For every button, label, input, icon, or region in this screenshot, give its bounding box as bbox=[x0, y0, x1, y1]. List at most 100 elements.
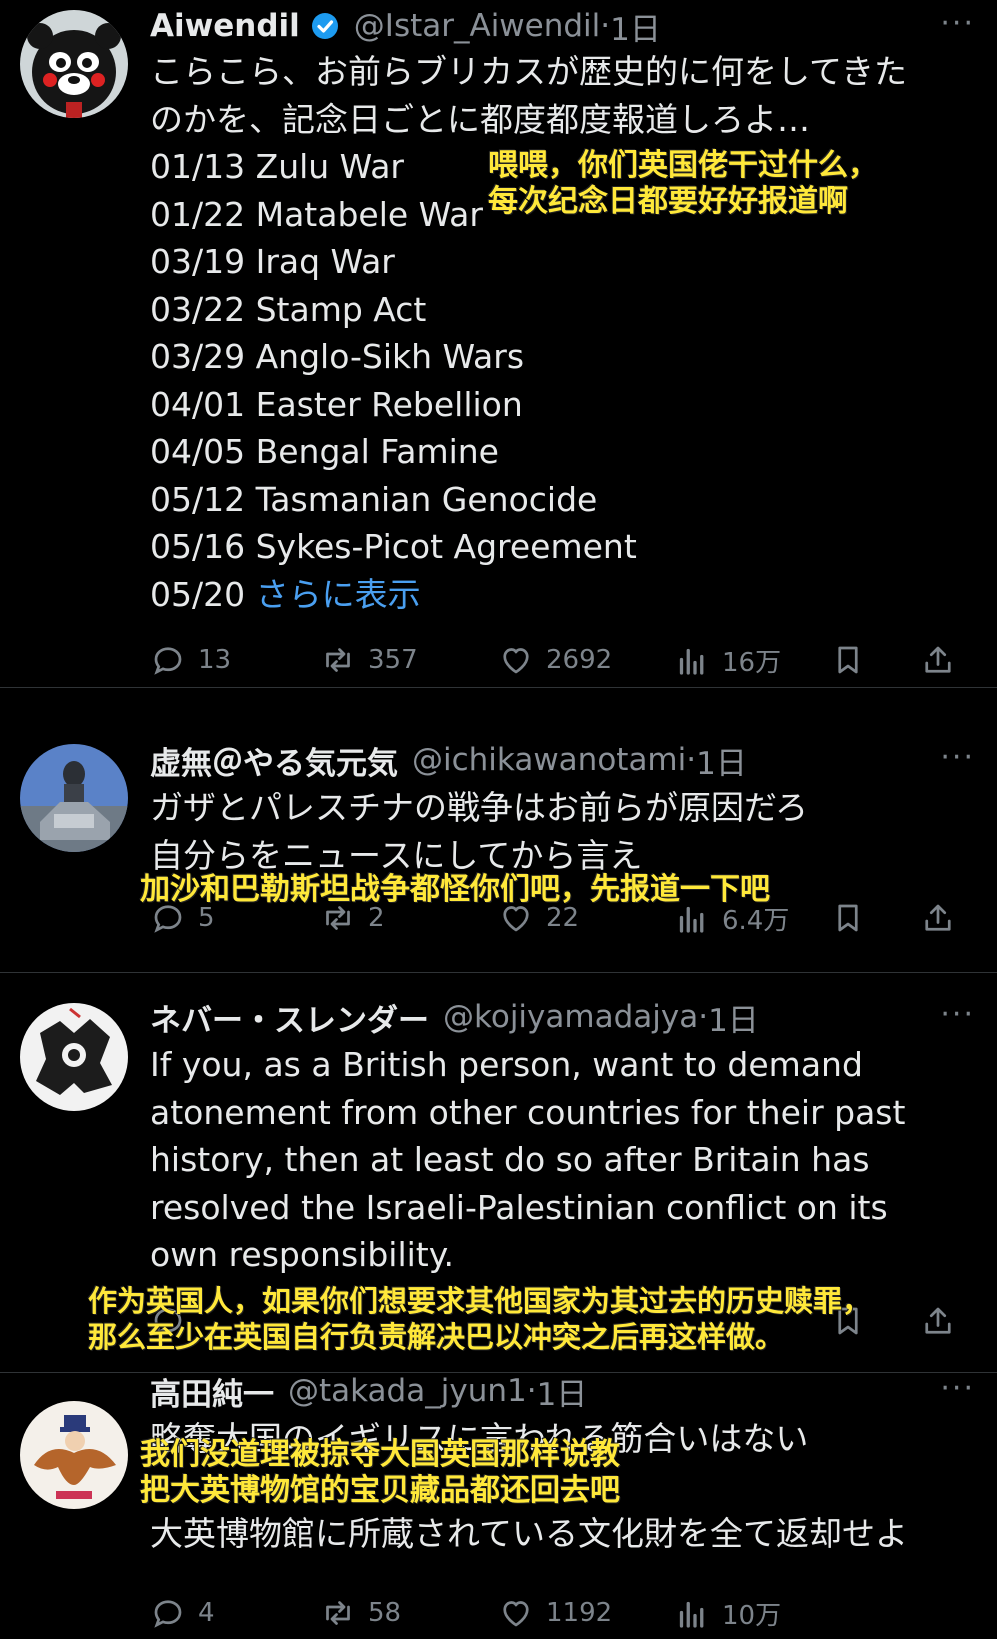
more-icon[interactable]: ··· bbox=[940, 1371, 975, 1406]
tweet-header: 虚無＠やる気元気 @ichikawanotami · 1日 bbox=[150, 738, 747, 782]
bookmark-icon bbox=[838, 646, 858, 674]
subtitle-line: 那么至少在英国自行负责解决巴以冲突之后再这样做。 bbox=[88, 1320, 785, 1354]
display-name[interactable]: 高田純一 bbox=[150, 1369, 274, 1414]
tweet-text-line: resolved the Israeli-Palestinian conflic… bbox=[150, 1187, 888, 1227]
like-count: 1192 bbox=[546, 1598, 613, 1628]
tweet-header: 高田純一 @takada_jyun1 · 1日 bbox=[150, 1369, 587, 1413]
like-button[interactable]: 2692 bbox=[498, 642, 612, 678]
retweet-button[interactable]: 357 bbox=[320, 642, 418, 678]
views-count: 16万 bbox=[722, 648, 782, 678]
tweet-text-line: own responsibility. bbox=[150, 1235, 455, 1274]
separator: · bbox=[526, 1373, 537, 1409]
timestamp[interactable]: 1日 bbox=[610, 4, 661, 49]
like-icon bbox=[503, 648, 529, 674]
subtitle-overlay: 喂喂，你们英国佬干过什么， 每次纪念日都要好好报道啊 bbox=[488, 148, 878, 220]
display-name[interactable]: 虚無＠やる気元気 bbox=[150, 738, 398, 783]
views-count: 10万 bbox=[722, 1601, 782, 1631]
tweet-text-line: 05/16 Sykes-Picot Agreement bbox=[150, 527, 637, 566]
display-name[interactable]: ネバー・スレンダー bbox=[150, 995, 429, 1040]
tweet-text-line: If you, as a British person, want to dem… bbox=[150, 1045, 863, 1084]
share-icon bbox=[925, 904, 951, 931]
separator: · bbox=[600, 8, 611, 44]
tweet-body: If you, as a British person, want to dem… bbox=[150, 1041, 905, 1279]
handle[interactable]: @Istar_Aiwendil bbox=[354, 8, 601, 44]
separator: · bbox=[698, 999, 709, 1035]
retweet-icon bbox=[326, 1601, 350, 1625]
like-button[interactable]: 1192 bbox=[498, 1595, 612, 1631]
views-icon bbox=[679, 648, 704, 675]
tweet-text-line: 04/05 Bengal Famine bbox=[150, 432, 499, 471]
subtitle-line: 喂喂，你们英国佬干过什么， bbox=[488, 148, 878, 183]
tweet-text-line: 大英博物館に所蔵されている文化財を全て返却せよ bbox=[150, 1513, 909, 1553]
tweet-header: ネバー・スレンダー @kojiyamadajya · 1日 bbox=[150, 995, 759, 1039]
views-icon bbox=[679, 1601, 704, 1628]
more-icon[interactable]: ··· bbox=[940, 997, 975, 1032]
display-name[interactable]: Aiwendil bbox=[150, 8, 300, 44]
share-button[interactable] bbox=[920, 1303, 956, 1339]
bookmark-button[interactable] bbox=[830, 900, 866, 936]
share-button[interactable] bbox=[920, 642, 956, 678]
subtitle-line: 每次纪念日都要好好报道啊 bbox=[488, 184, 848, 219]
reply-button[interactable]: 4 bbox=[150, 1595, 215, 1631]
more-icon[interactable]: ··· bbox=[940, 740, 975, 775]
subtitle-line: 加沙和巴勒斯坦战争都怪你们吧，先报道一下吧 bbox=[140, 872, 770, 907]
more-icon[interactable]: ··· bbox=[940, 6, 975, 41]
avatar[interactable] bbox=[20, 1003, 128, 1111]
views-button[interactable]: 16万 bbox=[674, 642, 781, 679]
like-icon bbox=[503, 1601, 529, 1627]
avatar[interactable] bbox=[20, 10, 128, 118]
tweet-text-line: 03/29 Anglo-Sikh Wars bbox=[150, 337, 525, 376]
tweet-kojiyamadajya[interactable]: ネバー・スレンダー @kojiyamadajya · 1日 ··· If you… bbox=[0, 973, 997, 1373]
like-count: 2692 bbox=[546, 645, 613, 675]
retweet-count: 58 bbox=[368, 1598, 402, 1628]
reply-count: 4 bbox=[198, 1598, 215, 1628]
tweet-body: ガザとパレスチナの戦争はお前らが原因だろ 自分らをニュースにしてから言え bbox=[150, 784, 808, 879]
tweet-text-line: のかを、記念日ごとに都度都度報道しろよ… bbox=[150, 99, 810, 139]
subtitle-overlay: 作为英国人，如果你们想要求其他国家为其过去的历史赎罪， 那么至少在英国自行负责解… bbox=[88, 1283, 871, 1355]
tweet-aiwendil[interactable]: Aiwendil @Istar_Aiwendil · 1日 ··· こらこら、お… bbox=[0, 0, 997, 688]
show-more-link[interactable]: さらに表示 bbox=[256, 575, 421, 614]
subtitle-overlay: 加沙和巴勒斯坦战争都怪你们吧，先报道一下吧 bbox=[140, 872, 770, 908]
subtitle-line: 我们没道理被掠夺大国英国那样说教 bbox=[140, 1437, 620, 1472]
subtitle-overlay: 我们没道理被掠夺大国英国那样说教 把大英博物馆的宝贝藏品都还回去吧 bbox=[140, 1437, 620, 1509]
timestamp[interactable]: 1日 bbox=[537, 1369, 588, 1414]
reply-button[interactable]: 13 bbox=[150, 642, 231, 678]
tweet-text-line-last: 05/20 さらに表示 bbox=[150, 571, 907, 619]
tweet-takada-jyun1[interactable]: 高田純一 @takada_jyun1 · 1日 ··· 略奪大国のイギリスに言わ… bbox=[0, 1371, 997, 1639]
handle[interactable]: @ichikawanotami bbox=[412, 742, 686, 778]
tweet-actions: 4 58 1192 10万 bbox=[150, 1595, 980, 1639]
tweet-actions: 13 357 2692 16万 bbox=[150, 642, 980, 686]
reply-icon bbox=[154, 647, 182, 675]
timestamp[interactable]: 1日 bbox=[708, 995, 759, 1040]
bookmark-icon bbox=[838, 904, 858, 932]
timestamp[interactable]: 1日 bbox=[696, 738, 747, 783]
cartoon-avatar-image bbox=[20, 1401, 128, 1509]
verified-icon bbox=[311, 13, 338, 39]
tweet-text-line: ガザとパレスチナの戦争はお前らが原因だろ bbox=[150, 788, 809, 827]
tweet-body: こらこら、お前らブリカスが歴史的に何をしてきた のかを、記念日ごとに都度都度報道… bbox=[150, 48, 907, 618]
handle[interactable]: @takada_jyun1 bbox=[288, 1373, 527, 1409]
sketch-avatar-image bbox=[20, 1003, 128, 1111]
bear-avatar-image bbox=[20, 10, 128, 118]
views-button[interactable]: 10万 bbox=[674, 1595, 781, 1632]
tweet-text-line: こらこら、お前らブリカスが歴史的に何をしてきた bbox=[150, 52, 908, 91]
tweet-header: Aiwendil @Istar_Aiwendil · 1日 bbox=[150, 4, 661, 48]
tweet-text-line: atonement from other countries for their… bbox=[150, 1092, 906, 1132]
tweet-text-line: 03/19 Iraq War bbox=[150, 242, 395, 281]
handle[interactable]: @kojiyamadajya bbox=[443, 999, 698, 1035]
avatar[interactable] bbox=[20, 744, 128, 852]
robot-statue-avatar-image bbox=[20, 744, 128, 852]
share-icon bbox=[925, 646, 951, 673]
bookmark-button[interactable] bbox=[830, 642, 866, 678]
reply-icon bbox=[154, 1600, 182, 1628]
tweet-text-line: 04/01 Easter Rebellion bbox=[150, 384, 523, 424]
tweet-ichikawanotami[interactable]: 虚無＠やる気元気 @ichikawanotami · 1日 ··· ガザとパレス… bbox=[0, 688, 997, 973]
separator: · bbox=[686, 742, 697, 778]
share-button[interactable] bbox=[920, 900, 956, 936]
tweet-text-line: history, then at least do so after Brita… bbox=[150, 1140, 870, 1179]
retweet-button[interactable]: 58 bbox=[320, 1595, 401, 1631]
retweet-icon bbox=[326, 648, 350, 672]
share-icon bbox=[925, 1307, 951, 1334]
avatar[interactable] bbox=[20, 1401, 128, 1509]
subtitle-line: 作为英国人，如果你们想要求其他国家为其过去的历史赎罪， bbox=[88, 1284, 872, 1318]
